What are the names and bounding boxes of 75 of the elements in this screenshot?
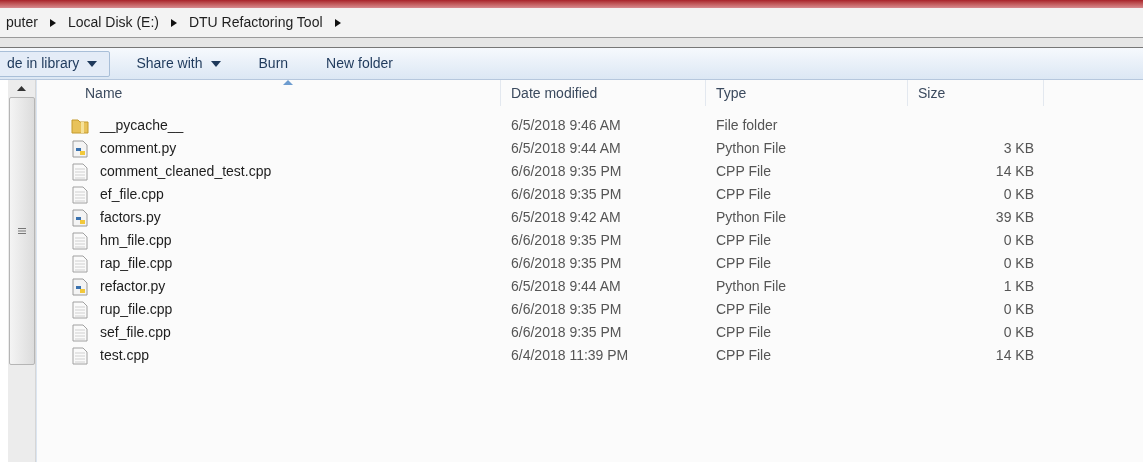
scroll-thumb[interactable] [8, 97, 35, 365]
date-cell-text: 6/6/2018 9:35 PM [510, 185, 623, 204]
date-cell-text: 6/6/2018 9:35 PM [510, 231, 623, 250]
file-name[interactable]: sef_file.cpp [100, 322, 171, 343]
document-icon [72, 185, 88, 204]
date-cell-text: 6/5/2018 9:42 AM [510, 208, 622, 227]
toolbar-button[interactable]: Burn [246, 50, 301, 77]
column-header[interactable]: Name [37, 80, 501, 106]
type-cell-text: CPP File [715, 231, 772, 250]
scroll-up-icon[interactable] [17, 86, 26, 91]
document-icon [72, 346, 88, 365]
file-name[interactable]: comment_cleaned_test.cpp [100, 161, 272, 182]
size-cell-text: 3 KB [1003, 139, 1034, 158]
size-cell-text: 1 KB [1003, 277, 1034, 296]
python-file-icon [72, 208, 88, 227]
date-cell-text: 6/5/2018 9:44 AM [510, 277, 622, 296]
type-cell-text: File folder [715, 116, 779, 135]
file-name[interactable]: hm_file.cpp [100, 230, 172, 251]
document-icon [72, 162, 88, 181]
document-icon [72, 231, 88, 250]
date-cell-text: 6/6/2018 9:35 PM [510, 323, 623, 342]
file-name[interactable]: ef_file.cpp [100, 184, 164, 205]
column-header[interactable]: Size [908, 80, 1044, 106]
file-name[interactable]: rap_file.cpp [100, 253, 173, 274]
size-cell-text: 0 KB [1003, 323, 1034, 342]
size-cell-text: 0 KB [1003, 254, 1034, 273]
type-cell-text: CPP File [715, 346, 772, 365]
type-cell-text: CPP File [715, 254, 772, 273]
toolbar-button[interactable]: Share with [124, 50, 233, 77]
type-cell-text: CPP File [715, 323, 772, 342]
file-name[interactable]: factors.py [100, 207, 161, 228]
document-icon [72, 323, 88, 342]
document-icon [72, 254, 88, 273]
date-cell-text: 6/5/2018 9:46 AM [510, 116, 622, 135]
type-cell-text: Python File [715, 139, 788, 158]
date-cell-text: 6/6/2018 9:35 PM [510, 162, 623, 181]
toolbar-button[interactable]: de in library [0, 50, 111, 77]
breadcrumb-item[interactable]: DTU Refactoring Tool [188, 12, 323, 33]
type-cell-text: CPP File [715, 300, 772, 319]
grip-icon [17, 228, 26, 234]
file-name[interactable]: comment.py [100, 138, 177, 159]
file-name[interactable]: test.cpp [100, 345, 150, 366]
file-name[interactable]: __pycache__ [100, 115, 184, 136]
date-cell-text: 6/5/2018 9:44 AM [510, 139, 622, 158]
chevron-right-icon [170, 18, 177, 27]
column-header[interactable]: Date modified [501, 80, 706, 106]
python-file-icon [72, 139, 88, 158]
type-cell-text: CPP File [715, 185, 772, 204]
caret-icon [87, 60, 98, 67]
toolbar-button[interactable]: New folder [314, 50, 406, 77]
chevron-right-icon [49, 18, 56, 27]
document-icon [72, 300, 88, 319]
column-header[interactable]: Type [706, 80, 908, 106]
size-cell-text: 14 KB [995, 346, 1034, 365]
date-cell-text: 6/6/2018 9:35 PM [510, 254, 623, 273]
size-cell-text: 39 KB [995, 208, 1034, 227]
size-cell-text: 0 KB [1003, 300, 1034, 319]
file-name[interactable]: rup_file.cpp [100, 299, 173, 320]
size-cell-text: 0 KB [1003, 231, 1034, 250]
python-file-icon [72, 277, 88, 296]
date-cell-text: 6/6/2018 9:35 PM [510, 300, 623, 319]
size-cell-text: 0 KB [1003, 185, 1034, 204]
file-name[interactable]: refactor.py [100, 276, 166, 297]
breadcrumb-item[interactable]: Local Disk (E:) [67, 12, 159, 33]
folder-icon [71, 117, 89, 134]
breadcrumb-item[interactable]: puter [6, 12, 38, 33]
type-cell-text: Python File [715, 208, 788, 227]
sort-arrow-icon [283, 80, 293, 85]
date-cell-text: 6/4/2018 11:39 PM [510, 346, 630, 365]
caret-icon [210, 60, 221, 67]
scrollbar[interactable] [8, 80, 36, 462]
type-cell-text: CPP File [715, 162, 772, 181]
chevron-right-icon [334, 18, 341, 27]
type-cell-text: Python File [715, 277, 788, 296]
size-cell-text: 14 KB [995, 162, 1034, 181]
